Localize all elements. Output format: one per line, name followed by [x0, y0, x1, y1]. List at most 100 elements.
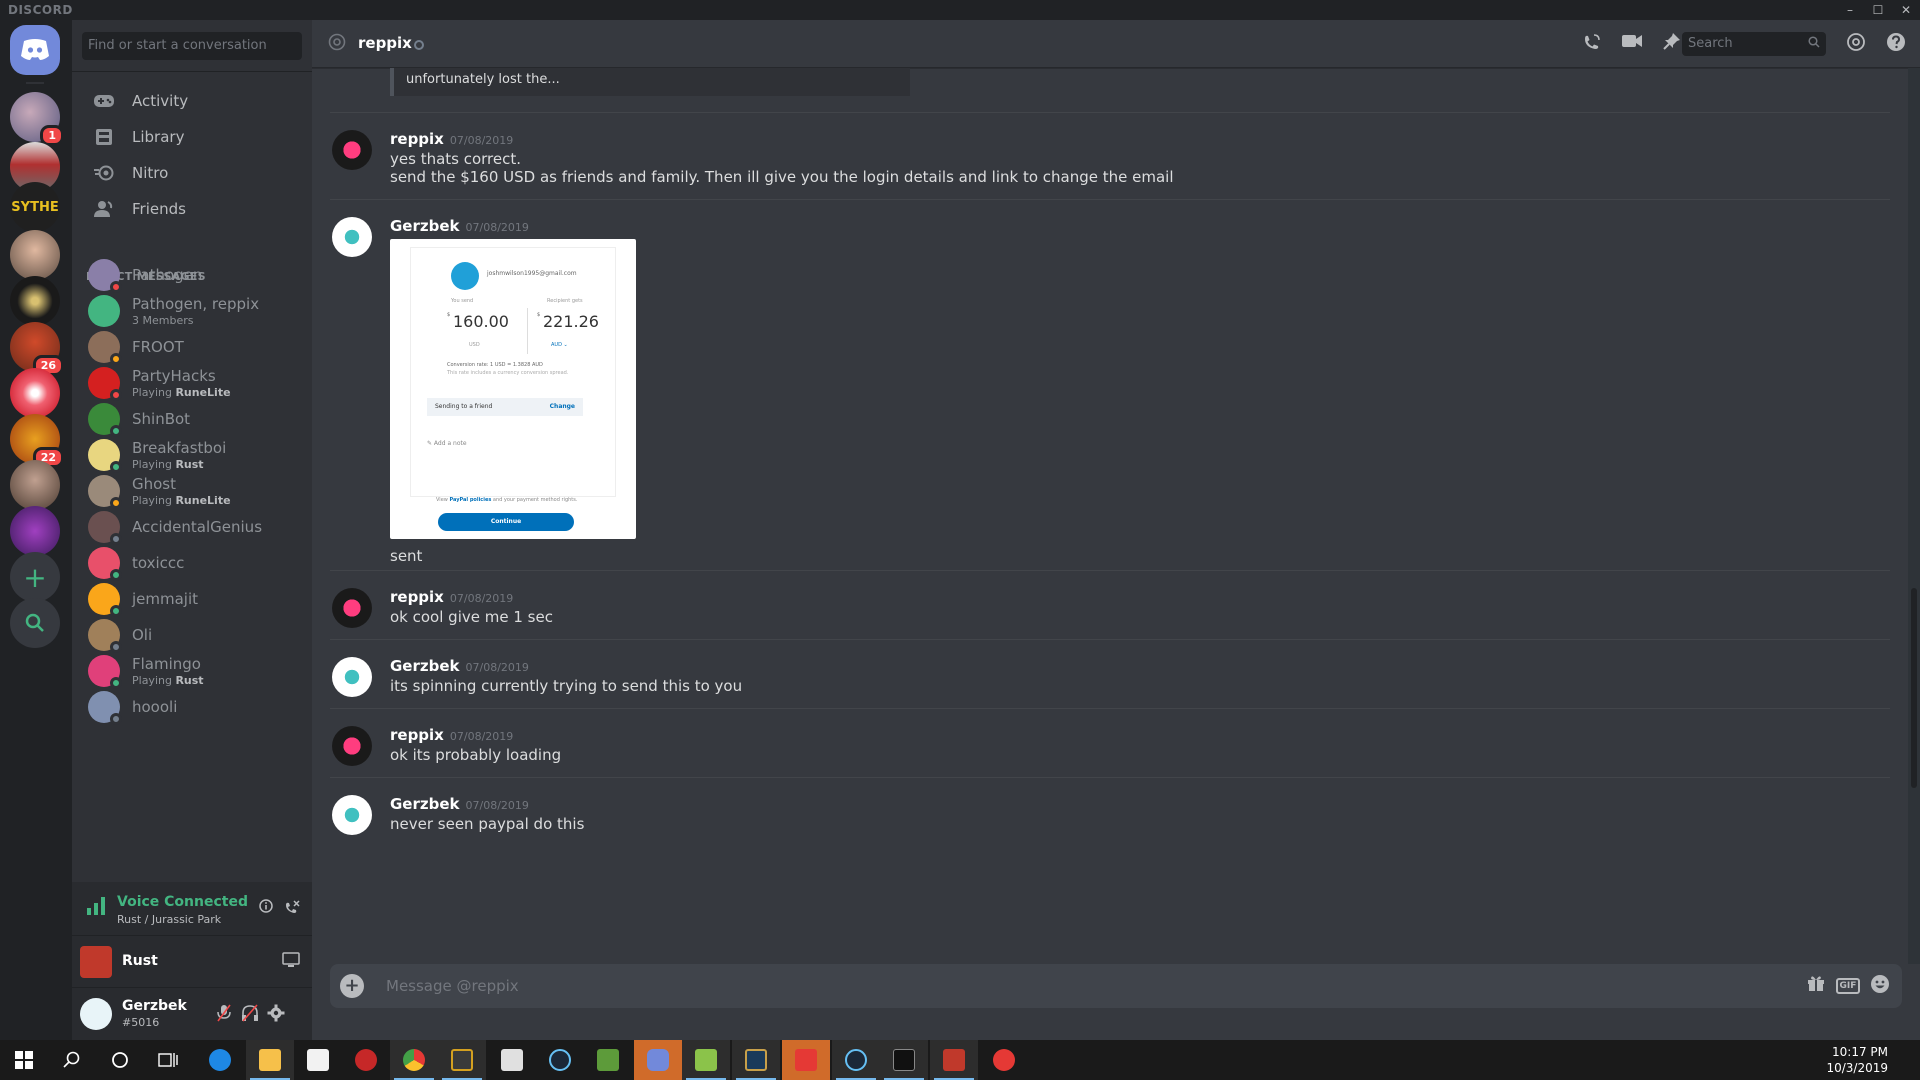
message-author[interactable]: reppix 07/08/2019 — [390, 130, 513, 148]
minimize-button[interactable]: – — [1836, 0, 1864, 20]
mail-icon[interactable] — [488, 1040, 536, 1080]
guild-separator — [26, 82, 44, 84]
terminal-icon[interactable] — [880, 1040, 928, 1080]
author-name[interactable]: reppix — [390, 588, 444, 606]
system-clock[interactable]: 10:17 PM 10/3/2019 — [1826, 1044, 1888, 1076]
author-name[interactable]: Gerzbek — [390, 217, 460, 235]
server-icon[interactable] — [10, 506, 60, 556]
task-view-icon[interactable] — [144, 1040, 192, 1080]
server-icon[interactable]: 1 — [10, 92, 64, 146]
league-icon[interactable] — [732, 1040, 780, 1080]
author-avatar[interactable] — [332, 217, 372, 257]
server-icon[interactable]: 26 — [10, 322, 64, 376]
presence-status-icon — [110, 713, 122, 725]
user-discriminator: #5016 — [122, 1016, 160, 1029]
edge-browser-icon[interactable] — [196, 1040, 244, 1080]
author-name[interactable]: reppix — [390, 726, 444, 744]
close-button[interactable]: ✕ — [1892, 0, 1920, 20]
chrome-icon[interactable] — [390, 1040, 438, 1080]
message-timestamp: 07/08/2019 — [465, 799, 529, 812]
rust-taskbar-icon[interactable] — [930, 1040, 978, 1080]
cortana-icon[interactable] — [96, 1040, 144, 1080]
server-icon[interactable] — [10, 276, 60, 326]
message-scrollbar[interactable] — [1908, 68, 1920, 964]
deafen-headphones-icon[interactable] — [240, 1004, 260, 1024]
policy-link: PayPal policies — [449, 497, 492, 503]
dm-text: Pathogen — [132, 266, 202, 284]
gif-picker-icon[interactable]: GIF — [1836, 978, 1860, 994]
taskbar-search-icon[interactable] — [48, 1040, 96, 1080]
message-text: ok cool give me 1 sec — [390, 608, 553, 626]
help-icon[interactable] — [1884, 32, 1908, 56]
flash-app-icon[interactable] — [782, 1040, 830, 1080]
voice-channel-label[interactable]: Rust / Jurassic Park — [117, 913, 221, 926]
message-author[interactable]: Gerzbek 07/08/2019 — [390, 217, 529, 235]
author-avatar[interactable] — [332, 588, 372, 628]
scrollbar-thumb[interactable] — [1911, 588, 1917, 788]
connection-info-icon[interactable] — [256, 899, 276, 919]
app-red-icon[interactable] — [342, 1040, 390, 1080]
image-attachment-paypal[interactable]: joshmwilson1995@gmail.com You send Recip… — [390, 239, 636, 539]
emoji-picker-icon[interactable] — [1868, 974, 1892, 998]
message-input[interactable] — [386, 976, 1686, 996]
upload-plus-icon[interactable]: + — [340, 974, 364, 998]
chat-header: reppix Search — [312, 20, 1920, 68]
dm-text: AccidentalGenius — [132, 518, 262, 536]
you-send-label: You send — [451, 298, 474, 304]
dm-name: ShinBot — [132, 410, 191, 428]
message-embed: unfortunately lost the... — [390, 68, 910, 96]
send-currency: USD — [469, 342, 480, 348]
store-icon[interactable] — [294, 1040, 342, 1080]
message-author[interactable]: reppix 07/08/2019 — [390, 726, 513, 744]
runelite-icon[interactable] — [438, 1040, 486, 1080]
start-button[interactable] — [0, 1040, 48, 1080]
minecraft-icon[interactable] — [584, 1040, 632, 1080]
server-icon[interactable] — [10, 230, 60, 280]
mute-microphone-icon[interactable] — [214, 1004, 234, 1024]
razer-icon[interactable] — [980, 1040, 1028, 1080]
start-voice-call-icon[interactable] — [1580, 32, 1604, 56]
author-name[interactable]: Gerzbek — [390, 657, 460, 675]
message-author[interactable]: Gerzbek 07/08/2019 — [390, 657, 529, 675]
author-avatar[interactable] — [332, 657, 372, 697]
explore-servers-button[interactable] — [10, 598, 60, 648]
dm-item[interactable]: hoooli — [80, 686, 304, 728]
add-server-button[interactable]: + — [10, 552, 60, 602]
gift-icon[interactable] — [1804, 974, 1828, 998]
message-list[interactable]: unfortunately lost the... reppix 07/08/20… — [312, 68, 1908, 964]
server-icon[interactable]: 22 — [10, 414, 64, 468]
user-avatar[interactable] — [80, 998, 112, 1030]
author-avatar[interactable] — [332, 795, 372, 835]
user-settings-gear-icon[interactable] — [266, 1004, 286, 1024]
dm-avatar — [88, 403, 122, 437]
search-input[interactable]: Search — [1682, 32, 1826, 56]
nav-friends[interactable]: Friends — [80, 188, 304, 230]
home-button[interactable] — [10, 25, 60, 75]
author-avatar[interactable] — [332, 726, 372, 766]
search-icon — [10, 598, 60, 648]
dm-name: Pathogen — [132, 266, 203, 284]
server-icon-sythe[interactable]: SYTHE — [10, 182, 60, 232]
go-live-icon[interactable] — [282, 952, 300, 972]
mentions-inbox-icon[interactable] — [1844, 32, 1868, 56]
dm-text: jemmajit — [132, 590, 198, 608]
message-composer: + GIF — [330, 964, 1902, 1008]
steam-icon-2[interactable] — [832, 1040, 880, 1080]
server-icon[interactable] — [10, 368, 60, 418]
maximize-button[interactable]: ☐ — [1864, 0, 1892, 20]
message-author[interactable]: Gerzbek 07/08/2019 — [390, 795, 529, 813]
disconnect-voice-icon[interactable] — [282, 899, 302, 919]
discord-taskbar-icon[interactable] — [634, 1040, 682, 1080]
author-name[interactable]: reppix — [390, 130, 444, 148]
file-explorer-icon[interactable] — [246, 1040, 294, 1080]
dm-name: jemmajit — [132, 590, 199, 608]
notepad-icon[interactable] — [682, 1040, 730, 1080]
author-name[interactable]: Gerzbek — [390, 795, 460, 813]
author-avatar[interactable] — [332, 130, 372, 170]
pinned-messages-icon[interactable] — [1660, 32, 1684, 56]
message-author[interactable]: reppix 07/08/2019 — [390, 588, 513, 606]
steam-icon[interactable] — [536, 1040, 584, 1080]
start-video-call-icon[interactable] — [1620, 32, 1644, 56]
server-icon[interactable] — [10, 460, 60, 510]
find-conversation-input[interactable]: Find or start a conversation — [82, 32, 302, 60]
